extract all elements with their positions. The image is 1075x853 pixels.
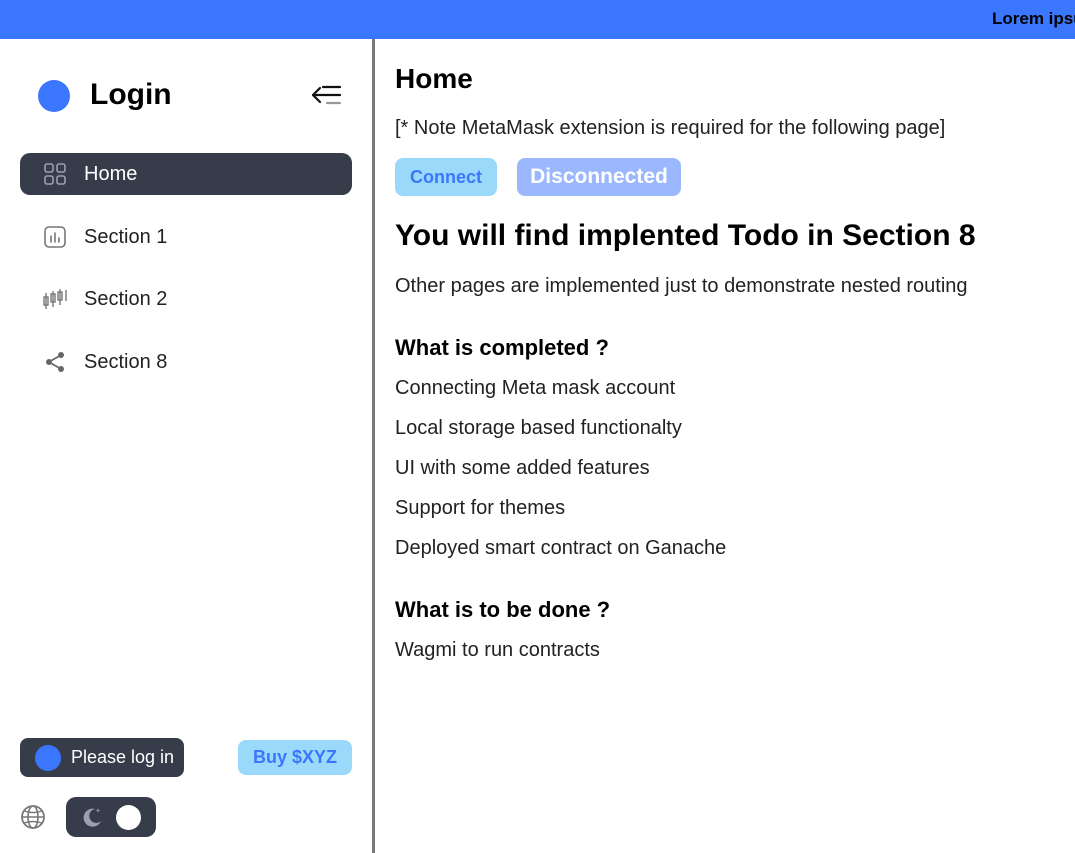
page-title: Home (395, 63, 473, 94)
share-icon (42, 349, 68, 375)
sidebar-item-section-1[interactable]: Section 1 (20, 216, 352, 258)
list-item: Local storage based functionalty (395, 417, 682, 439)
buy-token-button[interactable]: Buy $XYZ (238, 740, 352, 775)
sidebar-item-label: Home (84, 162, 138, 185)
theme-toggle[interactable] (66, 797, 156, 837)
toggle-knob (116, 805, 141, 830)
moon-icon (83, 808, 101, 827)
marquee-text: Lorem ipsum (992, 9, 1075, 28)
todo-heading: What is to be done ? (395, 597, 611, 622)
list-item: Support for themes (395, 497, 566, 519)
top-banner: Lorem ipsum (0, 0, 1075, 39)
list-item: Deployed smart contract on Ganache (395, 537, 727, 559)
avatar (35, 744, 61, 771)
login-button[interactable]: Please log in (20, 738, 184, 777)
candlestick-icon (42, 286, 68, 312)
chart-icon (42, 224, 68, 250)
sidebar-item-label: Section 1 (84, 225, 168, 248)
brand-title: Login (90, 78, 172, 111)
login-label: Please log in (71, 747, 175, 767)
main-content: Home [* Note MetaMask extension is requi… (375, 39, 1075, 853)
globe-icon[interactable] (20, 804, 46, 830)
grid-icon (42, 161, 68, 187)
list-item: Connecting Meta mask account (395, 377, 676, 399)
collapse-sidebar-icon[interactable] (309, 82, 343, 110)
sidebar-item-label: Section 2 (84, 287, 168, 310)
brand-logo (38, 80, 70, 112)
sidebar-item-section-8[interactable]: Section 8 (20, 341, 352, 383)
metamask-note: [* Note MetaMask extension is required f… (395, 117, 946, 139)
sidebar-item-home[interactable]: Home (20, 153, 352, 195)
completed-heading: What is completed ? (395, 335, 609, 360)
connect-button[interactable]: Connect (395, 158, 497, 196)
sidebar-item-label: Section 8 (84, 350, 168, 373)
subtext: Other pages are implemented just to demo… (395, 275, 968, 297)
list-item: UI with some added features (395, 457, 650, 479)
headline: You will find implented Todo in Section … (395, 219, 976, 252)
sidebar-item-section-2[interactable]: Section 2 (20, 278, 352, 320)
list-item: Wagmi to run contracts (395, 639, 600, 661)
connection-status-button[interactable]: Disconnected (517, 158, 681, 196)
